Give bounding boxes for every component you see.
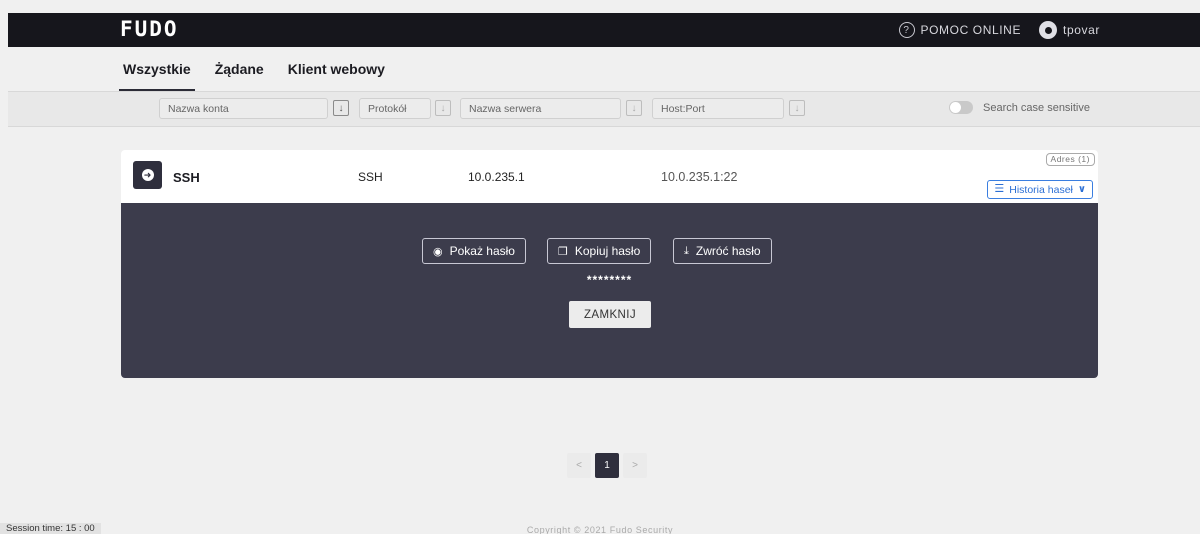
eye-icon: ◉ (433, 245, 443, 258)
arrow-right-icon: ➜ (141, 169, 154, 181)
help-link[interactable]: ? POMOC ONLINE (898, 22, 1022, 38)
copy-icon: ❐ (558, 245, 568, 258)
account-host-port: 10.0.235.1:22 (661, 170, 738, 184)
sort-account-icon[interactable]: ↓ (333, 100, 349, 116)
copy-password-button[interactable]: ❐ Kopiuj hasło (547, 238, 652, 264)
help-icon: ? (898, 22, 915, 38)
connect-button[interactable]: ➜ (133, 161, 162, 189)
server-name-filter[interactable]: Nazwa serwera (460, 98, 621, 119)
list-icon: ☰ (994, 183, 1005, 195)
account-server: 10.0.235.1 (468, 170, 525, 184)
chevron-down-icon: ∨ (1077, 184, 1086, 195)
password-history-button[interactable]: ☰ Historia haseł ∨ (987, 180, 1093, 199)
logo: FUDO (120, 17, 179, 41)
tab-all[interactable]: Wszystkie (119, 47, 195, 91)
download-icon: ⤓ (684, 244, 689, 257)
show-password-label: Pokaż hasło (449, 244, 515, 258)
tab-requested[interactable]: Żądane (213, 47, 266, 91)
case-sensitive-toggle[interactable] (949, 101, 973, 114)
prev-page-button[interactable]: < (567, 453, 591, 478)
return-password-label: Zwróć hasło (695, 244, 761, 258)
return-password-button[interactable]: ⤓ Zwróć hasło (673, 238, 772, 264)
filter-bar: Nazwa konta ↓ Protokół ↓ Nazwa serwera ↓… (8, 91, 1200, 127)
username: tpovar (1063, 23, 1100, 37)
user-icon (1039, 21, 1058, 39)
show-password-button[interactable]: ◉ Pokaż hasło (422, 238, 526, 264)
account-name: SSH (173, 170, 200, 185)
address-badge[interactable]: Adres (1) (1045, 153, 1095, 166)
password-panel: ◉ Pokaż hasło ❐ Kopiuj hasło ⤓ Zwróć has… (121, 203, 1098, 378)
sort-server-icon[interactable]: ↓ (626, 100, 642, 116)
account-card: ➜ SSH SSH 10.0.235.1 10.0.235.1:22 Adres… (121, 150, 1098, 203)
masked-password: ******** (586, 273, 633, 287)
sort-protocol-icon[interactable]: ↓ (435, 100, 451, 116)
page-1-button[interactable]: 1 (595, 453, 619, 478)
account-name-filter[interactable]: Nazwa konta (159, 98, 328, 119)
tab-web-client[interactable]: Klient webowy (286, 47, 387, 91)
account-protocol: SSH (358, 170, 383, 184)
host-port-filter[interactable]: Host:Port (652, 98, 784, 119)
help-label: POMOC ONLINE (920, 23, 1022, 37)
tab-bar: Wszystkie Żądane Klient webowy (119, 47, 387, 91)
copyright: Copyright © 2021 Fudo Security (526, 525, 674, 534)
copy-password-label: Kopiuj hasło (574, 244, 641, 258)
sort-host-icon[interactable]: ↓ (789, 100, 805, 116)
password-history-label: Historia haseł (1009, 183, 1073, 196)
case-sensitive-label: Search case sensitive (983, 101, 1090, 114)
top-right-menu: ? POMOC ONLINE tpovar (898, 13, 1101, 47)
pagination: < 1 > (567, 453, 647, 478)
close-button[interactable]: ZAMKNIJ (569, 301, 651, 328)
protocol-filter[interactable]: Protokół (359, 98, 431, 119)
case-sensitive-control: Search case sensitive (949, 101, 1090, 114)
top-bar: FUDO ? POMOC ONLINE tpovar (8, 13, 1200, 47)
next-page-button[interactable]: > (623, 453, 647, 478)
user-menu[interactable]: tpovar (1039, 21, 1100, 39)
session-timer: Session time: 15 : 00 (0, 523, 101, 534)
